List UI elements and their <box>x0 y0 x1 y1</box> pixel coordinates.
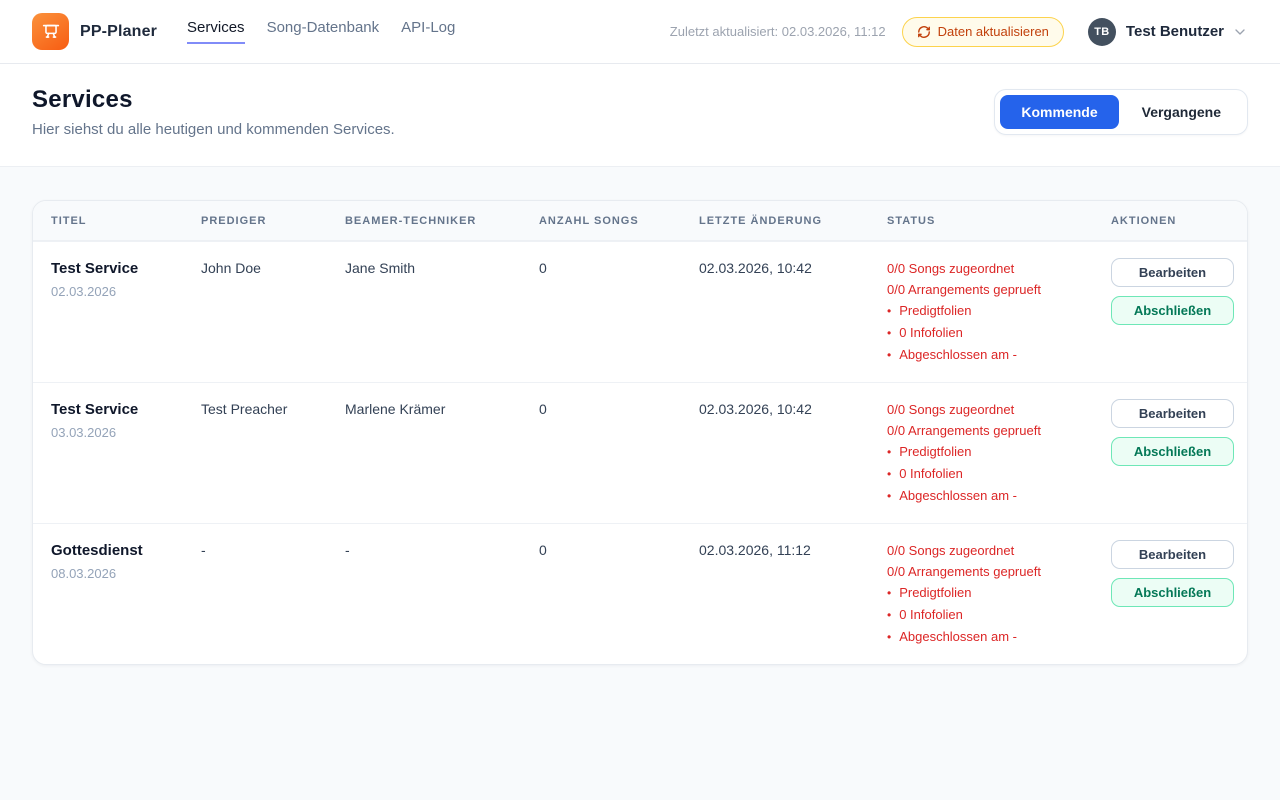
status-cell: 0/0 Songs zugeordnet 0/0 Arrangements ge… <box>885 383 1109 523</box>
col-letzte-aenderung: Letzte Änderung <box>697 201 885 240</box>
service-date: 02.03.2026 <box>51 284 189 299</box>
brand-title: PP-Planer <box>80 23 157 41</box>
status-predigtfolien: Predigtfolien <box>887 300 1099 322</box>
anzahl-songs-value: 0 <box>537 242 697 382</box>
actions-cell: Bearbeiten Abschließen <box>1109 524 1244 664</box>
prediger-value: - <box>199 524 343 664</box>
refresh-data-button[interactable]: Daten aktualisieren <box>902 17 1064 47</box>
refresh-icon <box>917 25 931 39</box>
beamer-techniker-value: Jane Smith <box>343 242 537 382</box>
status-abgeschlossen: Abgeschlossen am - <box>887 344 1099 366</box>
page-title: Services <box>32 86 395 114</box>
status-infofolien: 0 Infofolien <box>887 322 1099 344</box>
last-updated-text: Zuletzt aktualisiert: 02.03.2026, 11:12 <box>670 24 886 39</box>
avatar: TB <box>1088 18 1116 46</box>
actions-cell: Bearbeiten Abschließen <box>1109 383 1244 523</box>
status-arrangements: 0/0 Arrangements geprueft <box>887 279 1099 300</box>
complete-button[interactable]: Abschließen <box>1111 578 1234 607</box>
col-anzahl-songs: Anzahl Songs <box>537 201 697 240</box>
status-songs: 0/0 Songs zugeordnet <box>887 258 1099 279</box>
letzte-aenderung-value: 02.03.2026, 10:42 <box>697 383 885 523</box>
service-title: Test Service <box>51 260 189 277</box>
time-filter-toggle: Kommende Vergangene <box>994 89 1248 135</box>
table-row: Test Service 02.03.2026 John Doe Jane Sm… <box>33 241 1247 382</box>
main-nav: Services Song-Datenbank API-Log <box>187 19 455 44</box>
status-infofolien: 0 Infofolien <box>887 463 1099 485</box>
status-predigtfolien: Predigtfolien <box>887 582 1099 604</box>
page-subtitle: Hier siehst du alle heutigen und kommend… <box>32 121 395 138</box>
status-songs: 0/0 Songs zugeordnet <box>887 399 1099 420</box>
status-cell: 0/0 Songs zugeordnet 0/0 Arrangements ge… <box>885 524 1109 664</box>
table-header-row: Titel Prediger Beamer-Techniker Anzahl S… <box>33 201 1247 241</box>
status-predigtfolien: Predigtfolien <box>887 441 1099 463</box>
prediger-value: John Doe <box>199 242 343 382</box>
beamer-techniker-value: - <box>343 524 537 664</box>
actions-cell: Bearbeiten Abschließen <box>1109 242 1244 382</box>
col-status: Status <box>885 201 1109 240</box>
status-abgeschlossen: Abgeschlossen am - <box>887 626 1099 648</box>
status-infofolien: 0 Infofolien <box>887 604 1099 626</box>
status-cell: 0/0 Songs zugeordnet 0/0 Arrangements ge… <box>885 242 1109 382</box>
letzte-aenderung-value: 02.03.2026, 11:12 <box>697 524 885 664</box>
main-content: Titel Prediger Beamer-Techniker Anzahl S… <box>0 167 1280 665</box>
chevron-down-icon <box>1232 24 1248 40</box>
letzte-aenderung-value: 02.03.2026, 10:42 <box>697 242 885 382</box>
app-logo-icon <box>32 13 69 50</box>
col-beamer-techniker: Beamer-Techniker <box>343 201 537 240</box>
service-title: Test Service <box>51 401 189 418</box>
edit-button[interactable]: Bearbeiten <box>1111 540 1234 569</box>
col-titel: Titel <box>49 201 199 240</box>
prediger-value: Test Preacher <box>199 383 343 523</box>
user-menu[interactable]: TB Test Benutzer <box>1088 18 1248 46</box>
status-arrangements: 0/0 Arrangements geprueft <box>887 420 1099 441</box>
filter-vergangene-button[interactable]: Vergangene <box>1121 95 1242 129</box>
edit-button[interactable]: Bearbeiten <box>1111 258 1234 287</box>
service-title: Gottesdienst <box>51 542 189 559</box>
status-songs: 0/0 Songs zugeordnet <box>887 540 1099 561</box>
filter-kommende-button[interactable]: Kommende <box>1000 95 1118 129</box>
complete-button[interactable]: Abschließen <box>1111 296 1234 325</box>
col-prediger: Prediger <box>199 201 343 240</box>
top-bar: PP-Planer Services Song-Datenbank API-Lo… <box>0 0 1280 64</box>
service-date: 08.03.2026 <box>51 566 189 581</box>
anzahl-songs-value: 0 <box>537 524 697 664</box>
table-row: Gottesdienst 08.03.2026 - - 0 02.03.2026… <box>33 523 1247 664</box>
service-date: 03.03.2026 <box>51 425 189 440</box>
nav-item-services[interactable]: Services <box>187 19 245 44</box>
table-row: Test Service 03.03.2026 Test Preacher Ma… <box>33 382 1247 523</box>
services-table-card: Titel Prediger Beamer-Techniker Anzahl S… <box>32 200 1248 665</box>
status-arrangements: 0/0 Arrangements geprueft <box>887 561 1099 582</box>
status-abgeschlossen: Abgeschlossen am - <box>887 485 1099 507</box>
user-name: Test Benutzer <box>1126 23 1224 40</box>
complete-button[interactable]: Abschließen <box>1111 437 1234 466</box>
beamer-techniker-value: Marlene Krämer <box>343 383 537 523</box>
col-aktionen: Aktionen <box>1109 201 1231 240</box>
nav-item-api-log[interactable]: API-Log <box>401 19 455 44</box>
anzahl-songs-value: 0 <box>537 383 697 523</box>
refresh-label: Daten aktualisieren <box>938 24 1049 39</box>
page-header: Services Hier siehst du alle heutigen un… <box>0 64 1280 167</box>
nav-item-song-datenbank[interactable]: Song-Datenbank <box>267 19 380 44</box>
edit-button[interactable]: Bearbeiten <box>1111 399 1234 428</box>
